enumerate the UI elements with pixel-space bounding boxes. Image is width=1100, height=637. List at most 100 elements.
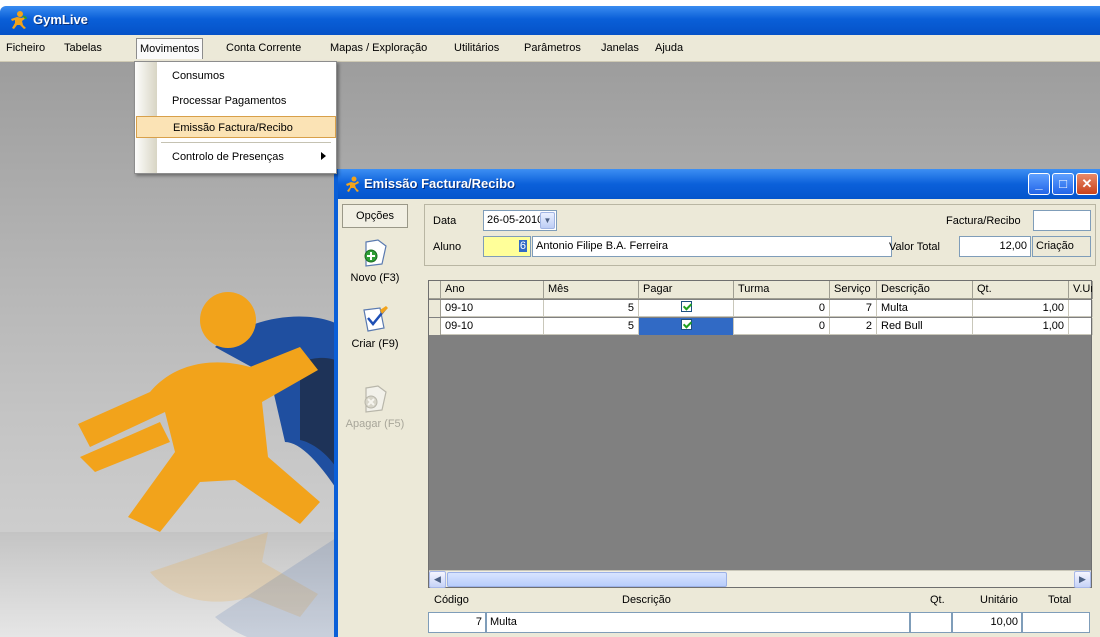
cell-ano[interactable]: 09-10 (441, 318, 544, 335)
options-toolbar: Opções Novo (F3) Criar (F9) Apagar (F5) (342, 204, 408, 634)
table-row[interactable]: 09-10 5 0 2 Red Bull 1,00 (429, 318, 1093, 335)
col-vun[interactable]: V.Ur (1069, 281, 1093, 299)
menu-tabelas[interactable]: Tabelas (64, 42, 102, 54)
menu-mapas-exploracao[interactable]: Mapas / Exploração (330, 42, 427, 54)
qt-label: Qt. (930, 594, 945, 606)
unitario-label: Unitário (980, 594, 1018, 606)
date-dropdown-button[interactable]: ▼ (540, 212, 555, 229)
factura-recibo-label: Factura/Recibo (946, 215, 1021, 227)
scroll-left-button[interactable]: ◀ (429, 571, 446, 588)
submenu-arrow-icon (321, 152, 326, 160)
data-value: 26-05-2010 (487, 214, 544, 226)
grid-header: Ano Mês Pagar Turma Serviço Descrição Qt… (429, 281, 1093, 299)
status-badge: Criação (1032, 236, 1091, 257)
col-mes[interactable]: Mês (544, 281, 639, 299)
col-pagar[interactable]: Pagar (639, 281, 734, 299)
col-descricao[interactable]: Descrição (877, 281, 973, 299)
minimize-button[interactable]: _ (1028, 173, 1050, 195)
aluno-name-value: Antonio Filipe B.A. Ferreira (536, 240, 669, 252)
cell-mes[interactable]: 5 (544, 318, 639, 335)
window-title: Emissão Factura/Recibo (364, 176, 515, 191)
cell-turma[interactable]: 0 (734, 300, 830, 317)
menu-item-label: Processar Pagamentos (172, 95, 287, 107)
menu-ficheiro[interactable]: Ficheiro (6, 42, 45, 54)
codigo-label: Código (434, 594, 469, 606)
menu-item-label: Consumos (172, 70, 225, 82)
cell-qt[interactable]: 1,00 (973, 318, 1069, 335)
menu-janelas[interactable]: Janelas (601, 42, 639, 54)
unitario-field[interactable]: 10,00 (952, 612, 1022, 633)
maximize-icon: □ (1059, 176, 1067, 191)
col-ano[interactable]: Ano (441, 281, 544, 299)
cell-ano[interactable]: 09-10 (441, 300, 544, 317)
menu-item-processar-pagamentos[interactable]: Processar Pagamentos (136, 90, 336, 112)
menu-utilitarios[interactable]: Utilitários (454, 42, 499, 54)
codigo-field[interactable]: 7 (428, 612, 486, 633)
cell-turma[interactable]: 0 (734, 318, 830, 335)
col-qt[interactable]: Qt. (973, 281, 1069, 299)
codigo-value: 7 (475, 616, 482, 628)
chevron-left-icon: ◀ (434, 574, 441, 584)
window-titlebar: Emissão Factura/Recibo _ □ ✕ (338, 169, 1100, 199)
factura-recibo-field[interactable] (1033, 210, 1091, 231)
novo-button[interactable]: Novo (F3) (342, 234, 408, 298)
aluno-label: Aluno (433, 241, 462, 253)
qt-field[interactable] (910, 612, 952, 633)
menu-item-label: Controlo de Presenças (172, 151, 284, 163)
cell-descricao[interactable]: Red Bull (877, 318, 973, 335)
menu-item-consumos[interactable]: Consumos (136, 65, 336, 87)
aluno-code-value: 6 (518, 240, 527, 252)
menu-separator (161, 142, 331, 143)
close-icon: ✕ (1081, 176, 1093, 191)
total-field[interactable] (1022, 612, 1090, 633)
minimize-icon: _ (1035, 176, 1043, 191)
col-turma[interactable]: Turma (734, 281, 830, 299)
total-label: Total (1048, 594, 1072, 606)
pagar-checkbox[interactable] (680, 319, 692, 330)
criar-label: Criar (F9) (351, 338, 399, 350)
data-date-picker[interactable]: 26-05-2010 ▼ (483, 210, 557, 231)
row-selector[interactable] (429, 300, 441, 317)
menubar: Ficheiro Tabelas Movimentos Conta Corren… (0, 35, 1100, 62)
aluno-code-field[interactable]: 6 (483, 236, 531, 257)
scroll-right-button[interactable]: ▶ (1074, 571, 1091, 588)
invoice-header-panel: Data 26-05-2010 ▼ Aluno 6 Antonio Filipe… (424, 204, 1096, 266)
horizontal-scrollbar[interactable]: ◀ ▶ (429, 570, 1091, 588)
cell-mes[interactable]: 5 (544, 300, 639, 317)
menu-ajuda[interactable]: Ajuda (655, 42, 683, 54)
cell-pagar-selected[interactable] (639, 318, 734, 335)
maximize-button[interactable]: □ (1052, 173, 1074, 195)
cell-pagar[interactable] (639, 300, 734, 317)
pagar-checkbox[interactable] (680, 301, 692, 312)
scrollbar-thumb[interactable] (447, 572, 727, 587)
menu-movimentos[interactable]: Movimentos (136, 38, 204, 59)
new-document-icon (364, 239, 387, 267)
aluno-name-field[interactable]: Antonio Filipe B.A. Ferreira (532, 236, 892, 257)
menu-conta-corrente[interactable]: Conta Corrente (226, 42, 301, 54)
descricao-field[interactable]: Multa (486, 612, 910, 633)
valor-total-label: Valor Total (889, 241, 940, 253)
close-button[interactable]: ✕ (1076, 173, 1098, 195)
col-servico[interactable]: Serviço (830, 281, 877, 299)
item-detail-panel: Código Descrição Qt. Unitário Total 7 Mu… (428, 589, 1092, 635)
menu-item-emissao-factura-recibo[interactable]: Emissão Factura/Recibo (136, 116, 336, 138)
cell-servico[interactable]: 7 (830, 300, 877, 317)
menu-parametros[interactable]: Parâmetros (524, 42, 581, 54)
window-app-icon (346, 176, 359, 192)
menu-item-label: Emissão Factura/Recibo (173, 122, 293, 134)
emissao-factura-window: Emissão Factura/Recibo _ □ ✕ Opções Novo… (334, 169, 1100, 637)
cell-descricao[interactable]: Multa (877, 300, 973, 317)
data-label: Data (433, 215, 457, 227)
cell-vun[interactable] (1069, 318, 1093, 335)
table-row[interactable]: 09-10 5 0 7 Multa 1,00 (429, 300, 1093, 317)
delete-document-icon (364, 385, 387, 413)
cell-servico[interactable]: 2 (830, 318, 877, 335)
cell-vun[interactable] (1069, 300, 1093, 317)
menu-item-controlo-de-presencas[interactable]: Controlo de Presenças (136, 146, 336, 168)
row-selector[interactable] (429, 318, 441, 335)
criar-button[interactable]: Criar (F9) (342, 300, 408, 364)
valor-total-field: 12,00 (959, 236, 1031, 257)
invoice-items-grid: Ano Mês Pagar Turma Serviço Descrição Qt… (428, 280, 1093, 588)
apagar-button[interactable]: Apagar (F5) (342, 380, 408, 444)
cell-qt[interactable]: 1,00 (973, 300, 1069, 317)
